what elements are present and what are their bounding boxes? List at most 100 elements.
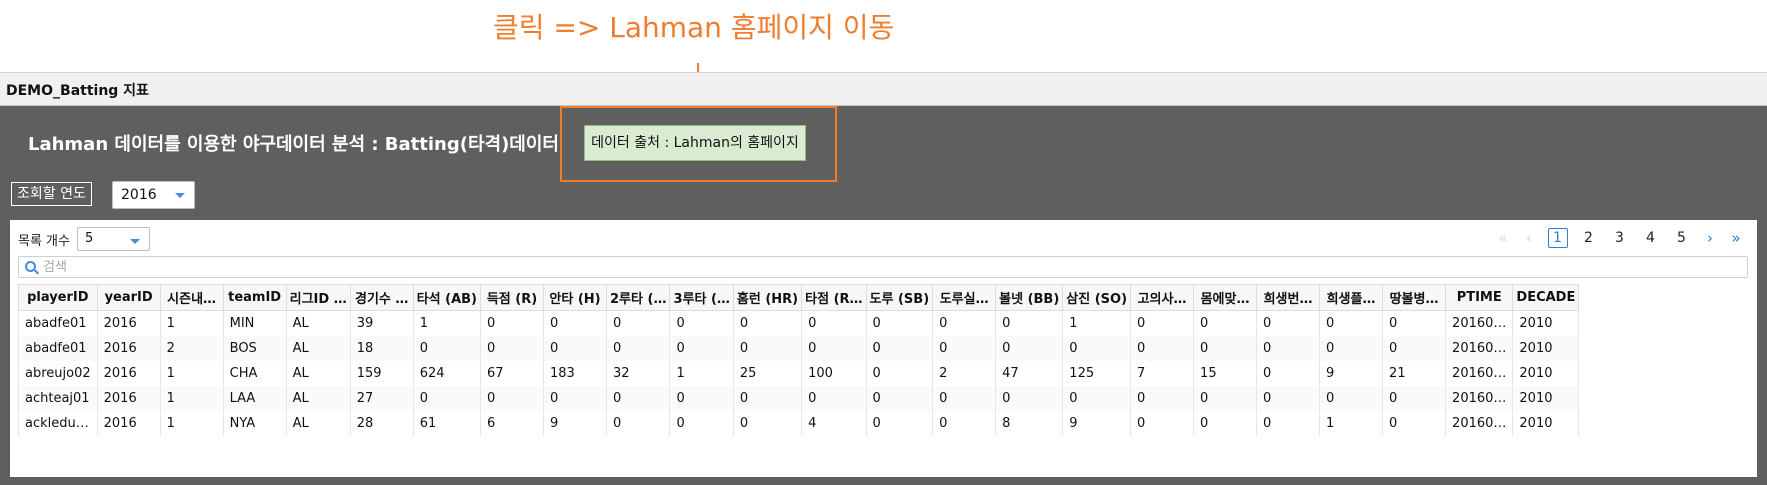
table-cell: 20160… <box>1445 410 1514 436</box>
table-cell: 0 <box>480 385 545 411</box>
table-cell: 1 <box>1319 410 1384 436</box>
table-cell: 9 <box>1062 410 1132 436</box>
table-row[interactable]: achteaj01 2016 1 LAA AL 27 0 0 0 0 0 0 0 0 0 0 0 0 0 0 0 0 201… <box>18 385 1580 411</box>
table-cell: 0 <box>995 310 1064 336</box>
table-cell: abadfe01 <box>18 310 98 336</box>
search-input[interactable] <box>43 258 1733 276</box>
page-button-5[interactable]: 5 <box>1666 230 1697 246</box>
column-header[interactable]: 득점 (R) <box>480 284 545 311</box>
column-header[interactable]: yearID <box>96 284 161 311</box>
column-header[interactable]: 볼넷 (BB) <box>995 284 1064 311</box>
table-row[interactable]: abreujo02 2016 1 CHA AL 159 624 67 183 32 1 25 100 0 2… <box>18 360 1580 386</box>
table-cell: AL <box>285 310 351 336</box>
table-cell: 159 <box>349 360 414 386</box>
table-cell: abreujo02 <box>18 360 98 386</box>
page-button-3[interactable]: 3 <box>1604 230 1635 246</box>
page-button-4[interactable]: 4 <box>1635 230 1666 246</box>
table-cell: 0 <box>1062 385 1132 411</box>
page-button-1[interactable]: 1 <box>1542 228 1573 248</box>
table-cell: AL <box>285 335 351 361</box>
column-header[interactable]: 경기수 … <box>349 284 414 311</box>
column-header[interactable]: 몸에맞… <box>1193 284 1258 311</box>
table-cell: 0 <box>1319 385 1384 411</box>
table-row[interactable]: ackledu… 2016 1 NYA AL 28 61 6 9 0 0 0 4 0 0 8 9 0 0 0 1 0 201… <box>18 410 1580 436</box>
page-button-2[interactable]: 2 <box>1573 230 1604 246</box>
column-header[interactable]: 타석 (AB) <box>412 284 482 311</box>
table-cell: 0 <box>865 360 934 386</box>
chevron-down-icon <box>175 193 185 198</box>
table-cell: 20160… <box>1445 385 1514 411</box>
table-cell: 0 <box>543 310 608 336</box>
table-cell: 0 <box>1256 335 1321 361</box>
table-row[interactable]: abadfe01 2016 2 BOS AL 18 0 0 0 0 0 0 0 0 0 0 0 0 0 0 0 0 2016… <box>18 335 1580 361</box>
prev-page-icon[interactable]: ‹ <box>1516 229 1542 247</box>
column-header[interactable]: teamID <box>222 284 287 311</box>
first-page-icon[interactable]: « <box>1490 229 1516 247</box>
column-header[interactable]: DECADE <box>1512 284 1580 311</box>
last-page-icon[interactable]: » <box>1723 229 1749 247</box>
column-header[interactable]: playerID <box>18 284 98 311</box>
column-header[interactable]: 안타 (H) <box>543 284 608 311</box>
table-cell: 0 <box>732 410 803 436</box>
table-cell: 0 <box>1193 410 1258 436</box>
table-cell: 0 <box>1382 335 1447 361</box>
table-cell: 2010 <box>1512 385 1580 411</box>
table-cell: 2 <box>159 335 224 361</box>
column-header[interactable]: PTIME <box>1445 284 1514 311</box>
table-cell: 0 <box>1193 385 1258 411</box>
column-header[interactable]: 고의사… <box>1130 284 1195 311</box>
table-row[interactable]: abadfe01 2016 1 MIN AL 39 1 0 0 0 0 0 0 0 0 0 1 0 0 0 0 0 2016… <box>18 310 1580 336</box>
data-source-button[interactable]: 데이터 출처 : Lahman의 홈페이지 <box>584 125 806 161</box>
column-header[interactable]: 도루 (SB) <box>865 284 934 311</box>
table-cell: 0 <box>801 310 867 336</box>
table-cell: 0 <box>1319 310 1384 336</box>
table-cell: 0 <box>1256 360 1321 386</box>
table-cell: 0 <box>412 385 482 411</box>
table-cell: 0 <box>480 335 545 361</box>
table-cell: 0 <box>1193 310 1258 336</box>
table-cell: CHA <box>222 360 287 386</box>
table-cell: 2016 <box>96 360 161 386</box>
column-header[interactable]: 도루실… <box>932 284 997 311</box>
table-cell: 0 <box>732 310 803 336</box>
table-cell: 0 <box>732 335 803 361</box>
annotation-callout: 클릭 => Lahman 홈페이지 이동 <box>493 11 895 44</box>
table-cell: 2010 <box>1512 360 1580 386</box>
next-page-icon[interactable]: › <box>1697 229 1723 247</box>
column-header[interactable]: 희생번… <box>1256 284 1321 311</box>
table-cell: 20160… <box>1445 310 1514 336</box>
column-header[interactable]: 시즌내… <box>159 284 224 311</box>
column-header[interactable]: 홈런 (HR) <box>732 284 803 311</box>
table-cell: 18 <box>349 335 414 361</box>
rows-per-page-value: 5 <box>85 231 94 246</box>
table-cell: 0 <box>669 310 734 336</box>
rows-per-page-select[interactable]: 5 <box>77 227 150 251</box>
table-cell: 0 <box>669 410 734 436</box>
column-header[interactable]: 삼진 (SO) <box>1062 284 1132 311</box>
app-root: 클릭 => Lahman 홈페이지 이동 DEMO_Batting 지표 Lah… <box>0 0 1767 485</box>
table-cell: 0 <box>1130 385 1195 411</box>
table-cell: 2016 <box>96 310 161 336</box>
column-header[interactable]: 타점 (R… <box>801 284 867 311</box>
column-header[interactable]: 희생플… <box>1319 284 1384 311</box>
table-cell: 0 <box>1256 385 1321 411</box>
table-cell: 125 <box>1062 360 1132 386</box>
column-header[interactable]: 리그ID … <box>285 284 351 311</box>
table-cell: BOS <box>222 335 287 361</box>
table-cell: 61 <box>412 410 482 436</box>
table-cell: 0 <box>1130 335 1195 361</box>
year-select[interactable]: 2016 <box>112 181 195 209</box>
table-cell: 2016 <box>96 335 161 361</box>
column-header[interactable]: 3루타 (… <box>669 284 734 311</box>
table-cell: 39 <box>349 310 414 336</box>
table-cell: 0 <box>865 410 934 436</box>
table-cell: MIN <box>222 310 287 336</box>
table-cell: AL <box>285 360 351 386</box>
table-cell: 0 <box>606 385 671 411</box>
year-filter-label: 조회할 연도 <box>11 182 92 206</box>
column-header[interactable]: 땅볼병… <box>1382 284 1447 311</box>
table-cell: 2010 <box>1512 335 1580 361</box>
column-header[interactable]: 2루타 (… <box>606 284 671 311</box>
page-title: Lahman 데이터를 이용한 야구데이터 분석 : Batting(타격)데이… <box>28 134 559 155</box>
batting-table: playerID yearID 시즌내… teamID 리그ID … 경기수 … 타석 (A… <box>18 284 1580 436</box>
